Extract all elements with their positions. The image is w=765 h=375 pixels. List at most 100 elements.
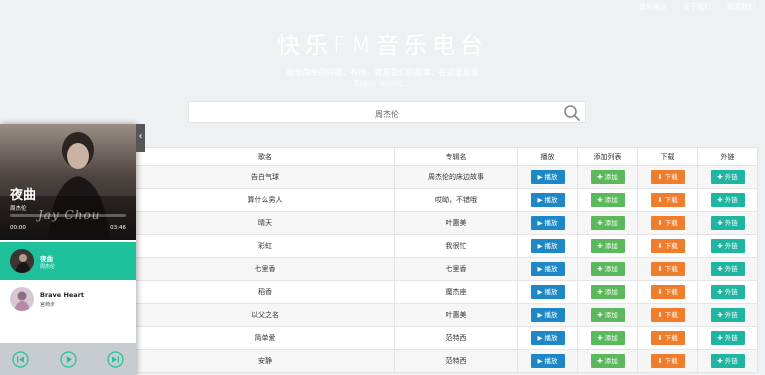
song-name-cell[interactable]: 稻香 xyxy=(135,280,395,304)
play-cell: ▶ 播放 xyxy=(517,303,578,327)
play-button[interactable]: ▶ 播放 xyxy=(530,331,565,345)
external-link-button[interactable]: ✚ 外链 xyxy=(710,331,745,345)
play-button[interactable]: ▶ 播放 xyxy=(530,262,565,276)
download-button[interactable]: ⬇ 下载 xyxy=(650,308,685,322)
table-row: 安静 范特西 ▶ 播放 ✚ 添加 ⬇ 下载 ✚ 外链 xyxy=(135,349,758,373)
play-cell: ▶ 播放 xyxy=(517,349,578,373)
song-name-cell[interactable]: 以父之名 xyxy=(135,303,395,327)
site-subtitle: 给你简单的好歌，有时，就是我们的故事。在这里发现 xyxy=(286,68,479,77)
add-to-list-button[interactable]: ✚ 添加 xyxy=(590,308,625,322)
song-avatar xyxy=(10,249,34,273)
song-name-cell[interactable]: 告白气球 xyxy=(135,165,395,189)
table-row: 告白气球 周杰伦的床边故事 ▶ 播放 ✚ 添加 ⬇ 下载 ✚ 外链 xyxy=(135,165,758,189)
link-cell: ✚ 外链 xyxy=(697,165,758,189)
search-bar xyxy=(188,101,586,125)
download-cell: ⬇ 下载 xyxy=(637,303,698,327)
play-button[interactable]: ▶ 播放 xyxy=(530,239,565,253)
play-button[interactable]: ▶ 播放 xyxy=(530,354,565,368)
search-input[interactable] xyxy=(189,104,585,125)
external-link-button[interactable]: ✚ 外链 xyxy=(710,170,745,184)
song-name-cell[interactable]: 彩虹 xyxy=(135,234,395,258)
play-cell: ▶ 播放 xyxy=(517,257,578,281)
external-link-button[interactable]: ✚ 外链 xyxy=(710,308,745,322)
table-row: 晴天 叶惠美 ▶ 播放 ✚ 添加 ⬇ 下载 ✚ 外链 xyxy=(135,211,758,235)
album-name-cell: 叶惠美 xyxy=(394,303,518,327)
link-cell: ✚ 外链 xyxy=(697,234,758,258)
external-link-button[interactable]: ✚ 外链 xyxy=(710,262,745,276)
album-cover: Jay Chou 夜曲 周杰伦 00:00 03:46 xyxy=(0,124,136,240)
song-name-cell[interactable]: 七里香 xyxy=(135,257,395,281)
add-cell: ✚ 添加 xyxy=(577,326,638,350)
download-button[interactable]: ⬇ 下载 xyxy=(650,216,685,230)
external-link-button[interactable]: ✚ 外链 xyxy=(710,216,745,230)
play-button[interactable]: ▶ 播放 xyxy=(530,285,565,299)
link-cell: ✚ 外链 xyxy=(697,349,758,373)
add-cell: ✚ 添加 xyxy=(577,349,638,373)
add-cell: ✚ 添加 xyxy=(577,257,638,281)
download-button[interactable]: ⬇ 下载 xyxy=(650,170,685,184)
header-download: 下载 xyxy=(637,147,698,166)
table-row: 稻香 魔杰座 ▶ 播放 ✚ 添加 ⬇ 下载 ✚ 外链 xyxy=(135,280,758,304)
album-name-cell: 叶惠美 xyxy=(394,211,518,235)
add-to-list-button[interactable]: ✚ 添加 xyxy=(590,262,625,276)
collapse-player-button[interactable]: ‹ xyxy=(136,124,145,152)
download-cell: ⬇ 下载 xyxy=(637,234,698,258)
add-to-list-button[interactable]: ✚ 添加 xyxy=(590,331,625,345)
add-to-list-button[interactable]: ✚ 添加 xyxy=(590,239,625,253)
header-add: 添加列表 xyxy=(577,147,638,166)
add-to-list-button[interactable]: ✚ 添加 xyxy=(590,285,625,299)
search-icon[interactable] xyxy=(563,104,581,122)
now-playing-artist: 周杰伦 xyxy=(10,206,27,212)
song-name-cell[interactable]: 安静 xyxy=(135,349,395,373)
total-time: 03:46 xyxy=(110,225,126,231)
album-name-cell: 七里香 xyxy=(394,257,518,281)
add-cell: ✚ 添加 xyxy=(577,234,638,258)
progress-bar[interactable] xyxy=(10,214,126,217)
add-to-list-button[interactable]: ✚ 添加 xyxy=(590,170,625,184)
nav-link-radio[interactable]: 音乐电台 xyxy=(639,2,667,12)
play-cell: ▶ 播放 xyxy=(517,211,578,235)
play-icon[interactable] xyxy=(59,350,77,368)
song-name-cell[interactable]: 算什么男人 xyxy=(135,188,395,212)
add-to-list-button[interactable]: ✚ 添加 xyxy=(590,193,625,207)
download-button[interactable]: ⬇ 下载 xyxy=(650,193,685,207)
add-to-list-button[interactable]: ✚ 添加 xyxy=(590,354,625,368)
table-row: 算什么男人 哎呦，不错哦 ▶ 播放 ✚ 添加 ⬇ 下载 ✚ 外链 xyxy=(135,188,758,212)
nav-link-contact[interactable]: 联系我们 xyxy=(727,2,755,12)
link-cell: ✚ 外链 xyxy=(697,257,758,281)
link-cell: ✚ 外链 xyxy=(697,280,758,304)
play-button[interactable]: ▶ 播放 xyxy=(530,308,565,322)
next-icon[interactable] xyxy=(107,350,124,368)
current-time: 00:00 xyxy=(10,225,26,231)
header-song: 歌名 xyxy=(135,147,395,166)
playlist-item-brave-heart[interactable]: Brave Heart 宫崎步 xyxy=(0,280,136,318)
add-to-list-button[interactable]: ✚ 添加 xyxy=(590,216,625,230)
nav-link-about[interactable]: 关于我们 xyxy=(683,2,711,12)
external-link-button[interactable]: ✚ 外链 xyxy=(710,193,745,207)
album-name-cell: 魔杰座 xyxy=(394,280,518,304)
link-cell: ✚ 外链 xyxy=(697,326,758,350)
play-cell: ▶ 播放 xyxy=(517,234,578,258)
playlist-item-yequ[interactable]: 夜曲 周杰伦 xyxy=(0,242,136,280)
download-button[interactable]: ⬇ 下载 xyxy=(650,354,685,368)
play-cell: ▶ 播放 xyxy=(517,280,578,304)
download-cell: ⬇ 下载 xyxy=(637,326,698,350)
external-link-button[interactable]: ✚ 外链 xyxy=(710,239,745,253)
external-link-button[interactable]: ✚ 外链 xyxy=(710,285,745,299)
play-button[interactable]: ▶ 播放 xyxy=(530,170,565,184)
table-row: 七里香 七里香 ▶ 播放 ✚ 添加 ⬇ 下载 ✚ 外链 xyxy=(135,257,758,281)
download-button[interactable]: ⬇ 下载 xyxy=(650,285,685,299)
download-button[interactable]: ⬇ 下载 xyxy=(650,331,685,345)
previous-icon[interactable] xyxy=(12,350,29,368)
download-button[interactable]: ⬇ 下载 xyxy=(650,239,685,253)
song-name-cell[interactable]: 简单爱 xyxy=(135,326,395,350)
play-button[interactable]: ▶ 播放 xyxy=(530,216,565,230)
external-link-button[interactable]: ✚ 外链 xyxy=(710,354,745,368)
album-name-cell: 范特西 xyxy=(394,349,518,373)
play-button[interactable]: ▶ 播放 xyxy=(530,193,565,207)
song-name-cell[interactable]: 晴天 xyxy=(135,211,395,235)
header-album: 专辑名 xyxy=(394,147,518,166)
album-name-cell: 周杰伦的床边故事 xyxy=(394,165,518,189)
download-button[interactable]: ⬇ 下载 xyxy=(650,262,685,276)
download-cell: ⬇ 下载 xyxy=(637,349,698,373)
